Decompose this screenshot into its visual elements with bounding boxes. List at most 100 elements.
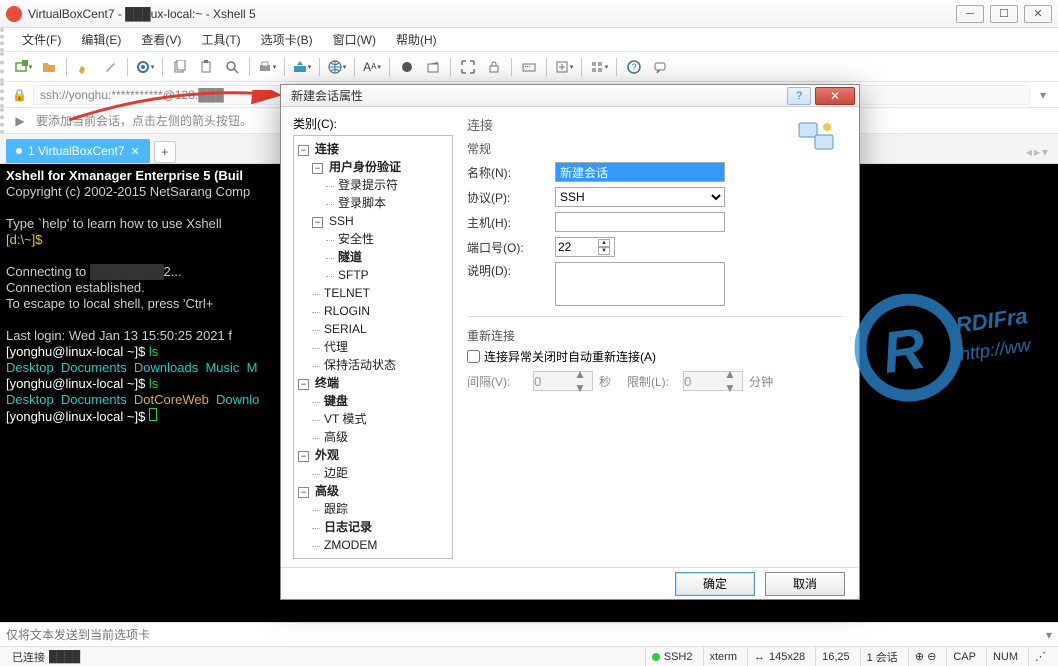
tree-security[interactable]: 安全性 — [336, 232, 376, 246]
tree-serial[interactable]: SERIAL — [322, 322, 369, 336]
tree-proxy[interactable]: 代理 — [322, 340, 350, 354]
send-dropdown-icon[interactable]: ▾ — [1046, 628, 1052, 642]
section-title: 连接 — [467, 115, 843, 134]
tab-session-1[interactable]: 1 VirtualBoxCent7 ✕ — [6, 139, 150, 163]
tile-icon[interactable]: ▾ — [588, 56, 610, 78]
addbox-icon[interactable]: ▾ — [553, 56, 575, 78]
tab-status-dot — [16, 148, 22, 154]
tab-prev-icon[interactable]: ◂ — [1026, 145, 1032, 159]
tab-list-icon[interactable]: ▾ — [1042, 145, 1048, 159]
tree-rlogin[interactable]: RLOGIN — [322, 304, 372, 318]
search-icon[interactable] — [221, 56, 243, 78]
status-bar: 已连接 ████ SSH2 xterm ↔145x28 16,25 1 会话 ⊕… — [0, 646, 1058, 666]
lock-icon[interactable] — [483, 56, 505, 78]
tab-add-button[interactable]: + — [154, 141, 176, 163]
tree-telnet[interactable]: TELNET — [322, 286, 372, 300]
desc-textarea[interactable] — [555, 262, 725, 306]
tree-tunnel[interactable]: 隧道 — [336, 250, 364, 264]
menu-edit[interactable]: 编辑(E) — [73, 29, 129, 50]
wand-icon[interactable] — [99, 56, 121, 78]
dialog-footer: 确定 取消 — [281, 567, 859, 599]
pencil-icon[interactable] — [73, 56, 95, 78]
toolbar: ▾ ▾ ▾ ▾ ▾ AA▾ ▾ ▾ ? — [0, 52, 1058, 82]
gear-icon[interactable]: ▾ — [134, 56, 156, 78]
connection-icon — [797, 119, 837, 155]
tree-ssh[interactable]: SSH — [327, 214, 356, 228]
ok-button[interactable]: 确定 — [675, 572, 755, 596]
fullscreen-icon[interactable] — [457, 56, 479, 78]
transfer-icon[interactable]: ▾ — [291, 56, 313, 78]
new-session-icon[interactable]: ▾ — [12, 56, 34, 78]
close-button[interactable]: ✕ — [1024, 5, 1052, 23]
hint-arrow-icon[interactable]: ▶ — [12, 113, 28, 129]
hint-text: 要添加当前会话，点击左侧的箭头按钮。 — [36, 112, 252, 129]
status-ssh: SSH2 — [645, 647, 699, 666]
menu-view[interactable]: 查看(V) — [133, 29, 189, 50]
tree-log[interactable]: 日志记录 — [322, 520, 374, 534]
minimize-button[interactable]: ─ — [956, 5, 984, 23]
tree-adv[interactable]: 高级 — [322, 430, 350, 444]
tab-next-icon[interactable]: ▸ — [1034, 145, 1040, 159]
globe-icon[interactable]: ▾ — [326, 56, 348, 78]
name-label: 名称(N): — [467, 164, 547, 181]
tree-login-script[interactable]: 登录脚本 — [336, 196, 388, 210]
interval-spinner: ▲▼ — [533, 371, 593, 391]
dialog-title: 新建会话属性 — [291, 87, 787, 104]
tree-zmodem[interactable]: ZMODEM — [322, 538, 379, 552]
reconnect-label: 连接异常关闭时自动重新连接(A) — [484, 348, 656, 365]
tree-keyboard[interactable]: 键盘 — [322, 394, 350, 408]
proto-label: 协议(P): — [467, 189, 547, 206]
name-input[interactable] — [555, 162, 725, 182]
send-bar: ▾ — [0, 622, 1058, 646]
tree-appear[interactable]: 外观 — [313, 448, 341, 462]
app-icon — [6, 6, 22, 22]
menu-tabs[interactable]: 选项卡(B) — [253, 29, 321, 50]
tree-terminal[interactable]: 终端 — [313, 376, 341, 390]
record-icon[interactable] — [396, 56, 418, 78]
tree-connection[interactable]: 连接 — [313, 142, 341, 156]
help-icon[interactable]: ? — [623, 56, 645, 78]
status-resize-grip[interactable]: ⋰ — [1028, 647, 1052, 666]
lock-small-icon: 🔒 — [12, 88, 27, 102]
send-input[interactable] — [6, 628, 1042, 642]
window-titlebar: VirtualBoxCent7 - ███ux-local:~ - Xshell… — [0, 0, 1058, 28]
tree-keepalive[interactable]: 保持活动状态 — [322, 358, 398, 372]
clapper-icon[interactable] — [422, 56, 444, 78]
group-general: 常规 — [467, 140, 843, 157]
dialog-titlebar: 新建会话属性 ? ✕ — [281, 85, 859, 107]
cancel-button[interactable]: 取消 — [765, 572, 845, 596]
tree-margin[interactable]: 边距 — [322, 466, 350, 480]
address-dropdown[interactable]: ▾ — [1036, 88, 1050, 102]
print-icon[interactable]: ▾ — [256, 56, 278, 78]
copy-icon[interactable] — [169, 56, 191, 78]
host-input[interactable] — [555, 212, 725, 232]
tree-auth[interactable]: 用户身份验证 — [327, 160, 403, 174]
tree-advanced[interactable]: 高级 — [313, 484, 341, 498]
menu-file[interactable]: 文件(F) — [14, 29, 69, 50]
reconnect-checkbox[interactable] — [467, 350, 480, 363]
chat-icon[interactable] — [649, 56, 671, 78]
tree-vt[interactable]: VT 模式 — [322, 412, 368, 426]
limit-spinner: ▲▼ — [683, 371, 743, 391]
maximize-button[interactable]: ☐ — [990, 5, 1018, 23]
desc-label: 说明(D): — [467, 262, 547, 279]
tab-close-icon[interactable]: ✕ — [131, 145, 140, 158]
paste-icon[interactable] — [195, 56, 217, 78]
tree-sftp[interactable]: SFTP — [336, 268, 371, 282]
font-icon[interactable]: AA▾ — [361, 56, 383, 78]
keyboard-icon[interactable] — [518, 56, 540, 78]
tree-trace[interactable]: 跟踪 — [322, 502, 350, 516]
category-tree[interactable]: −连接 −用户身份验证 登录提示符 登录脚本 −SSH 安全性 — [293, 135, 453, 559]
menu-help[interactable]: 帮助(H) — [388, 29, 445, 50]
protocol-select[interactable]: SSH — [555, 187, 725, 207]
status-size: ↔145x28 — [747, 647, 811, 666]
tree-login-prompt[interactable]: 登录提示符 — [336, 178, 400, 192]
port-spinner[interactable]: ▲▼ — [555, 237, 615, 257]
menu-window[interactable]: 窗口(W) — [325, 29, 384, 50]
open-session-icon[interactable] — [38, 56, 60, 78]
dialog-close-button[interactable]: ✕ — [815, 87, 855, 105]
port-label: 端口号(O): — [467, 239, 547, 256]
dialog-help-button[interactable]: ? — [787, 87, 811, 105]
window-title: VirtualBoxCent7 - ███ux-local:~ - Xshell… — [28, 7, 956, 21]
menu-tools[interactable]: 工具(T) — [193, 29, 248, 50]
